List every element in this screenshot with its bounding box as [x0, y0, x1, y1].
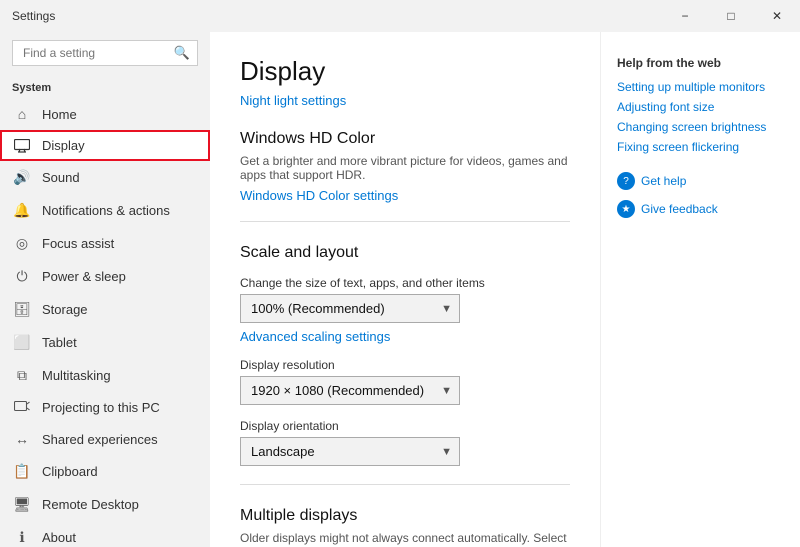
- sidebar-item-label: Focus assist: [42, 236, 114, 251]
- sidebar-item-power[interactable]: ⏻ Power & sleep: [0, 260, 210, 293]
- focus-icon: ◎: [12, 235, 32, 252]
- sidebar-item-remote[interactable]: 🖥 Remote Desktop: [0, 488, 210, 521]
- sidebar-item-label: Projecting to this PC: [42, 400, 160, 415]
- scale-select[interactable]: 100% (Recommended) 125% 150% 175%: [240, 294, 460, 323]
- get-help-action[interactable]: ? Get help: [617, 172, 784, 190]
- divider-2: [240, 484, 570, 485]
- hd-color-desc: Get a brighter and more vibrant picture …: [240, 154, 570, 182]
- sidebar-item-label: About: [42, 530, 76, 545]
- app-body: 🔍 System ⌂ Home Display 🔊 Sound: [0, 32, 800, 547]
- home-icon: ⌂: [12, 106, 32, 122]
- shared-icon: ↔: [12, 431, 32, 447]
- sidebar: 🔍 System ⌂ Home Display 🔊 Sound: [0, 32, 210, 547]
- advanced-scaling-link[interactable]: Advanced scaling settings: [240, 329, 390, 344]
- hd-color-heading: Windows HD Color: [240, 130, 570, 148]
- window-controls: − □ ✕: [662, 0, 800, 32]
- sidebar-item-display[interactable]: Display: [0, 130, 210, 161]
- multitasking-icon: ⧉: [12, 367, 32, 384]
- multiple-displays-heading: Multiple displays: [240, 507, 570, 525]
- give-feedback-action[interactable]: ★ Give feedback: [617, 200, 784, 218]
- minimize-button[interactable]: −: [662, 0, 708, 32]
- sidebar-item-about[interactable]: ℹ About: [0, 521, 210, 547]
- storage-icon: 🗄: [12, 301, 32, 318]
- sidebar-item-label: Display: [42, 138, 85, 153]
- maximize-button[interactable]: □: [708, 0, 754, 32]
- sidebar-item-label: Sound: [42, 170, 80, 185]
- help-link-2[interactable]: Changing screen brightness: [617, 120, 784, 134]
- resolution-select-wrap: 1920 × 1080 (Recommended) 1280 × 720 102…: [240, 376, 460, 405]
- divider-1: [240, 221, 570, 222]
- sidebar-item-tablet[interactable]: ⬜ Tablet: [0, 326, 210, 359]
- multiple-displays-desc: Older displays might not always connect …: [240, 531, 570, 547]
- display-icon: [12, 139, 32, 153]
- resolution-select[interactable]: 1920 × 1080 (Recommended) 1280 × 720 102…: [240, 376, 460, 405]
- sidebar-item-label: Remote Desktop: [42, 497, 139, 512]
- orientation-select-wrap: Landscape Portrait Landscape (flipped) P…: [240, 437, 460, 466]
- about-icon: ℹ: [12, 529, 32, 546]
- search-container: 🔍: [12, 40, 198, 66]
- help-link-1[interactable]: Adjusting font size: [617, 100, 784, 114]
- help-link-0[interactable]: Setting up multiple monitors: [617, 80, 784, 94]
- sidebar-item-notifications[interactable]: 🔔 Notifications & actions: [0, 194, 210, 227]
- hd-color-link[interactable]: Windows HD Color settings: [240, 188, 398, 203]
- night-light-link[interactable]: Night light settings: [240, 93, 346, 108]
- titlebar: Settings − □ ✕: [0, 0, 800, 32]
- main-content: Display Night light settings Windows HD …: [210, 32, 600, 547]
- sound-icon: 🔊: [12, 169, 32, 186]
- scale-layout-heading: Scale and layout: [240, 244, 570, 262]
- sidebar-item-label: Multitasking: [42, 368, 111, 383]
- search-icon: 🔍: [174, 45, 190, 61]
- sidebar-item-storage[interactable]: 🗄 Storage: [0, 293, 210, 326]
- power-icon: ⏻: [12, 268, 32, 285]
- sidebar-item-label: Clipboard: [42, 464, 98, 479]
- remote-icon: 🖥: [12, 496, 32, 513]
- sidebar-item-label: Notifications & actions: [42, 203, 170, 218]
- notifications-icon: 🔔: [12, 202, 32, 219]
- sidebar-item-home[interactable]: ⌂ Home: [0, 98, 210, 130]
- get-help-label: Get help: [641, 174, 686, 188]
- give-feedback-icon: ★: [617, 200, 635, 218]
- sidebar-item-label: Tablet: [42, 335, 77, 350]
- sidebar-item-sound[interactable]: 🔊 Sound: [0, 161, 210, 194]
- sidebar-item-shared[interactable]: ↔ Shared experiences: [0, 423, 210, 455]
- help-link-3[interactable]: Fixing screen flickering: [617, 140, 784, 154]
- scale-label: Change the size of text, apps, and other…: [240, 276, 570, 290]
- sidebar-item-projecting[interactable]: Projecting to this PC: [0, 392, 210, 423]
- page-title: Display: [240, 56, 570, 87]
- sidebar-item-label: Power & sleep: [42, 269, 126, 284]
- help-panel: Help from the web Setting up multiple mo…: [600, 32, 800, 547]
- close-button[interactable]: ✕: [754, 0, 800, 32]
- give-feedback-label: Give feedback: [641, 202, 718, 216]
- sidebar-item-focus[interactable]: ◎ Focus assist: [0, 227, 210, 260]
- get-help-icon: ?: [617, 172, 635, 190]
- orientation-select[interactable]: Landscape Portrait Landscape (flipped) P…: [240, 437, 460, 466]
- sidebar-item-clipboard[interactable]: 📋 Clipboard: [0, 455, 210, 488]
- orientation-label: Display orientation: [240, 419, 570, 433]
- sidebar-item-label: Shared experiences: [42, 432, 158, 447]
- search-input[interactable]: [12, 40, 198, 66]
- sidebar-item-multitasking[interactable]: ⧉ Multitasking: [0, 359, 210, 392]
- projecting-icon: [12, 401, 32, 415]
- clipboard-icon: 📋: [12, 463, 32, 480]
- app-title: Settings: [12, 9, 55, 23]
- sidebar-item-label: Storage: [42, 302, 88, 317]
- scale-select-wrap: 100% (Recommended) 125% 150% 175% ▼: [240, 294, 460, 323]
- help-title: Help from the web: [617, 56, 784, 70]
- sidebar-item-label: Home: [42, 107, 77, 122]
- resolution-label: Display resolution: [240, 358, 570, 372]
- tablet-icon: ⬜: [12, 334, 32, 351]
- section-label: System: [0, 78, 210, 98]
